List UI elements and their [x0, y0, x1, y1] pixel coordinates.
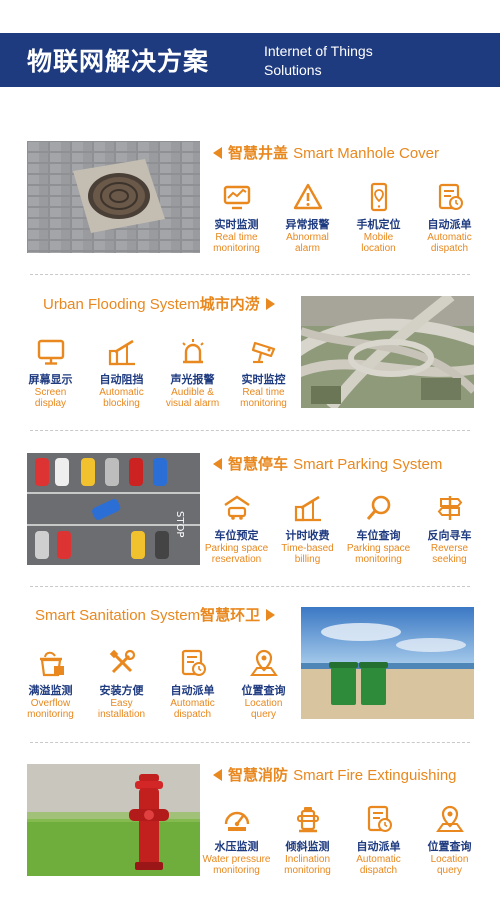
trash-bins-beach-photo — [301, 607, 474, 719]
section-divider — [30, 586, 470, 587]
section-title: 智慧井盖 Smart Manhole Cover — [213, 142, 439, 164]
feature-item: 自动派单 Automatic dispatch — [343, 804, 414, 876]
fire-hydrant-photo — [27, 764, 200, 876]
arrow-left-icon — [213, 458, 222, 470]
feature-item: 车位预定 Parking space reservation — [201, 493, 272, 565]
feature-item: 车位查询 Parking space monitoring — [343, 493, 414, 565]
highway-interchange-photo — [301, 296, 474, 408]
feature-item: 屏幕显示 Screen display — [15, 337, 86, 409]
parking-lot-photo: STOP — [27, 453, 200, 565]
arrow-left-icon — [213, 769, 222, 781]
car-garage-icon — [222, 493, 252, 523]
feature-item: 反向寻车 Reverse seeking — [414, 493, 485, 565]
section-divider — [30, 430, 470, 431]
feature-list: 实时监测 Real time monitoring 异常报警 Abnormal … — [201, 182, 485, 254]
feature-item: 自动派单 Automatic dispatch — [157, 648, 228, 720]
warning-triangle-icon — [293, 182, 323, 212]
section-smart-manhole-cover: 智慧井盖 Smart Manhole Cover 实时监测 Real time … — [0, 139, 500, 289]
billing-gate-icon — [293, 493, 323, 523]
svg-text:STOP: STOP — [174, 511, 185, 537]
feature-item: 实时监测 Real time monitoring — [201, 182, 272, 254]
feature-item: 倾斜监测 Inclination monitoring — [272, 804, 343, 876]
cctv-camera-icon — [249, 337, 279, 367]
section-smart-fire-extinguishing: 智慧消防 Smart Fire Extinguishing 水压监测 Water… — [0, 762, 500, 912]
barrier-gate-icon — [107, 337, 137, 367]
section-smart-parking: STOP 智慧停车 Smart Parking System 车位预定 Park… — [0, 450, 500, 600]
manhole-cover-photo — [27, 141, 200, 253]
dispatch-document-icon — [435, 182, 465, 212]
feature-list: 车位预定 Parking space reservation 计时收费 Time… — [201, 493, 485, 565]
feature-item: 满溢监测 Overflow monitoring — [15, 648, 86, 720]
arrow-left-icon — [213, 147, 222, 159]
section-title: 智慧停车 Smart Parking System — [213, 453, 442, 475]
gauge-icon — [222, 804, 252, 834]
section-divider — [30, 274, 470, 275]
arrow-right-icon — [266, 609, 276, 621]
arrow-right-icon — [265, 298, 275, 310]
monitor-chart-icon — [222, 182, 252, 212]
dispatch-document-icon — [178, 648, 208, 678]
section-title: Smart Sanitation System智慧环卫 — [35, 604, 276, 626]
signpost-icon — [435, 493, 465, 523]
feature-list: 水压监测 Water pressure monitoring 倾斜监测 Incl… — [201, 804, 485, 876]
feature-item: 位置查询 Location query — [414, 804, 485, 876]
screen-icon — [36, 337, 66, 367]
feature-item: 声光报警 Audible & visual alarm — [157, 337, 228, 409]
feature-item: 手机定位 Mobile location — [343, 182, 414, 254]
section-title: Urban Flooding System城市内涝 — [43, 293, 275, 315]
map-pin-icon — [435, 804, 465, 834]
feature-list: 满溢监测 Overflow monitoring 安装方便 Easy insta… — [15, 648, 299, 720]
phone-location-icon — [364, 182, 394, 212]
map-pin-icon — [249, 648, 279, 678]
feature-item: 水压监测 Water pressure monitoring — [201, 804, 272, 876]
section-urban-flooding: Urban Flooding System城市内涝 屏幕显示 Screen di… — [0, 292, 500, 442]
feature-list: 屏幕显示 Screen display 自动阻挡 Automatic block… — [15, 337, 299, 409]
feature-item: 异常报警 Abnormal alarm — [272, 182, 343, 254]
page-title: 物联网解决方案 — [27, 47, 210, 76]
page-subtitle: Internet of Things Solutions — [264, 43, 373, 78]
siren-icon — [178, 337, 208, 367]
feature-item: 自动派单 Automatic dispatch — [414, 182, 485, 254]
search-icon — [364, 493, 394, 523]
section-divider — [30, 742, 470, 743]
page-header: 物联网解决方案 Internet of Things Solutions — [0, 33, 500, 87]
dispatch-document-icon — [364, 804, 394, 834]
hydrant-icon — [293, 804, 323, 834]
feature-item: 位置查询 Location query — [228, 648, 299, 720]
feature-item: 安装方便 Easy installation — [86, 648, 157, 720]
tools-icon — [107, 648, 137, 678]
section-title: 智慧消防 Smart Fire Extinguishing — [213, 764, 457, 786]
section-smart-sanitation: Smart Sanitation System智慧环卫 满溢监测 Overflo… — [0, 603, 500, 753]
overflow-bin-icon — [36, 648, 66, 678]
feature-item: 自动阻挡 Automatic blocking — [86, 337, 157, 409]
feature-item: 计时收费 Time-based billing — [272, 493, 343, 565]
feature-item: 实时监控 Real time monitoring — [228, 337, 299, 409]
